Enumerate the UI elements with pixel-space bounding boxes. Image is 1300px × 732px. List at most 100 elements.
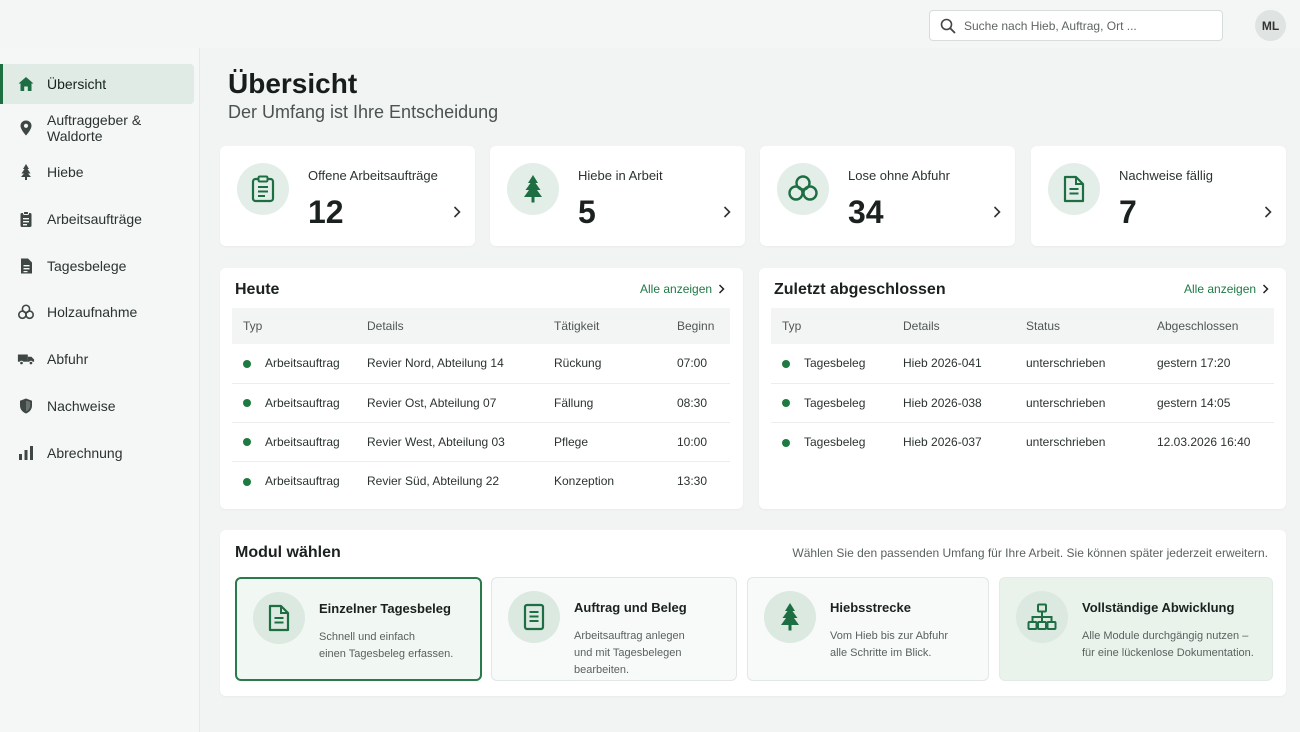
recent-table: Typ Details Status Abgeschlossen Tagesbe…: [771, 308, 1274, 461]
sidebar-item-abfuhr[interactable]: Abfuhr: [0, 339, 194, 379]
sidebar-item-label: Holzaufnahme: [47, 304, 138, 320]
cell-completed: 12.03.2026 16:40: [1157, 434, 1251, 449]
cell-status: unterschrieben: [1015, 383, 1146, 423]
module-hint: Wählen Sie den passenden Umfang für Ihre…: [792, 546, 1268, 560]
page-title: Übersicht: [228, 68, 358, 99]
table-row[interactable]: Arbeitsauftrag Revier Ost, Abteilung 07 …: [232, 383, 730, 423]
search-box[interactable]: [929, 10, 1223, 41]
cell-type: Arbeitsauftrag: [232, 422, 356, 462]
document-icon: [17, 257, 35, 275]
chevron-right-icon: [453, 206, 461, 218]
clipboard-icon: [250, 175, 276, 203]
cell-type: Tagesbeleg: [771, 422, 892, 461]
avatar[interactable]: ML: [1255, 10, 1286, 41]
table-header-row: Typ Details Status Abgeschlossen: [771, 308, 1274, 344]
table-row[interactable]: Arbeitsauftrag Revier Nord, Abteilung 14…: [232, 344, 730, 384]
cell-details: Hieb 2026-041: [892, 344, 1015, 384]
location-pin-icon: [17, 119, 35, 137]
module-option-einzelner-tagesbeleg[interactable]: Einzelner Tagesbeleg Schnell und einfach…: [235, 577, 482, 681]
stat-card-lose-ohne-abfuhr[interactable]: Lose ohne Abfuhr 34: [760, 146, 1015, 246]
stat-card-nachweise-faellig[interactable]: Nachweise fällig 7: [1031, 146, 1286, 246]
module-option-vollstaendige-abwicklung[interactable]: Vollständige Abwicklung Alle Module durc…: [999, 577, 1273, 681]
sidebar-item-label: Abfuhr: [47, 351, 89, 367]
module-panel: Modul wählen Wählen Sie den passenden Um…: [220, 530, 1286, 696]
panel-title: Heute: [235, 281, 280, 298]
hierarchy-icon: [1027, 603, 1057, 631]
cell-type: Arbeitsauftrag: [232, 383, 356, 423]
link-label: Alle anzeigen: [1184, 282, 1257, 296]
table-row[interactable]: Tagesbeleg Hieb 2026-037 unterschrieben …: [771, 422, 1274, 461]
cell-text: Tagesbeleg: [804, 395, 866, 410]
chevron-right-icon: [718, 284, 725, 294]
stat-card-hiebe-in-arbeit[interactable]: Hiebe in Arbeit 5: [490, 146, 745, 246]
document-icon: [267, 604, 291, 632]
status-dot: [243, 360, 251, 369]
tree-icon: [777, 602, 803, 632]
bar-chart-icon: [17, 444, 35, 462]
stat-value: 5: [578, 194, 596, 230]
table-row[interactable]: Tagesbeleg Hieb 2026-041 unterschrieben …: [771, 344, 1274, 384]
module-option-hiebsstrecke[interactable]: Hiebsstrecke Vom Hieb bis zur Abfuhr all…: [747, 577, 989, 681]
cell-start: 13:30: [677, 473, 708, 488]
shield-icon: [17, 397, 35, 415]
top-bar: ML: [0, 0, 1300, 48]
sidebar-item-arbeitsauftraege[interactable]: Arbeitsaufträge: [0, 199, 194, 239]
document-icon: [1062, 175, 1086, 203]
cell-start: 10:00: [666, 422, 730, 462]
sidebar-item-holzaufnahme[interactable]: Holzaufnahme: [0, 292, 194, 332]
cell-type: Tagesbeleg: [771, 344, 892, 384]
sidebar-item-label: Hiebe: [47, 164, 84, 180]
status-dot: [243, 399, 251, 408]
cell-details: Revier West, Abteilung 03: [356, 422, 543, 462]
table-header-row: Typ Details Tätigkeit Beginn: [232, 308, 730, 344]
page-subtitle: Der Umfang ist Ihre Entscheidung: [228, 102, 499, 122]
status-dot: [243, 438, 251, 447]
cell-text: Arbeitsauftrag: [265, 356, 340, 371]
clipboard-icon: [17, 210, 35, 228]
sidebar-item-label: Arbeitsaufträge: [47, 211, 142, 227]
module-name: Einzelner Tagesbeleg: [319, 601, 451, 616]
cell-details: Revier Süd, Abteilung 22: [367, 473, 500, 488]
recent-show-all-link[interactable]: Alle anzeigen: [1184, 282, 1269, 296]
table-row[interactable]: Tagesbeleg Hieb 2026-038 unterschrieben …: [771, 383, 1274, 423]
sidebar-item-label: Übersicht: [47, 76, 107, 92]
tree-icon: [17, 163, 35, 181]
home-icon: [17, 75, 35, 93]
stat-value: 12: [308, 194, 344, 230]
cell-completed: gestern 14:05: [1146, 383, 1274, 423]
module-icon-circle: [764, 591, 816, 643]
sidebar-item-abrechnung[interactable]: Abrechnung: [0, 433, 194, 473]
module-description: Alle Module durchgängig nutzen – für ein…: [1082, 630, 1254, 659]
status-dot: [782, 399, 790, 408]
chevron-right-icon: [1262, 284, 1269, 294]
cell-type: Tagesbeleg: [771, 383, 892, 423]
module-option-auftrag-und-beleg[interactable]: Auftrag und Beleg Arbeitsauftrag anlegen…: [491, 577, 737, 681]
sidebar-item-label: Auftraggeber & Waldorte: [47, 112, 142, 144]
stat-value: 7: [1119, 194, 1137, 230]
today-show-all-link[interactable]: Alle anzeigen: [640, 282, 725, 296]
status-dot: [782, 360, 790, 369]
sidebar-item-auftraggeber[interactable]: Auftraggeber & Waldorte: [0, 108, 194, 148]
sidebar-item-tagesbelege[interactable]: Tagesbelege: [0, 246, 194, 286]
log-stack-icon: [17, 303, 35, 321]
recent-panel: Zuletzt abgeschlossen Alle anzeigen Typ …: [759, 268, 1286, 509]
column-header: Tätigkeit: [543, 308, 666, 344]
search-icon: [940, 18, 964, 34]
truck-icon: [17, 350, 35, 368]
sidebar-item-nachweise[interactable]: Nachweise: [0, 386, 194, 426]
table-row[interactable]: Arbeitsauftrag Revier West, Abteilung 03…: [232, 422, 730, 462]
module-description: Arbeitsauftrag anlegen und mit Tagesbele…: [574, 630, 685, 676]
cell-text: Tagesbeleg: [804, 356, 866, 371]
search-input[interactable]: [964, 18, 1204, 33]
table-row[interactable]: Arbeitsauftrag Revier Süd, Abteilung 22 …: [232, 461, 730, 500]
stat-card-open-orders[interactable]: Offene Arbeitsaufträge 12: [220, 146, 475, 246]
cell-details: Revier Nord, Abteilung 14: [356, 344, 543, 384]
sidebar-item-label: Nachweise: [47, 398, 116, 414]
sidebar-item-uebersicht[interactable]: Übersicht: [0, 64, 194, 104]
module-icon-circle: [1016, 591, 1068, 643]
column-header: Abgeschlossen: [1146, 308, 1274, 344]
sidebar-item-hiebe[interactable]: Hiebe: [0, 152, 194, 192]
stat-label: Hiebe in Arbeit: [578, 168, 663, 183]
stat-icon-circle: [777, 163, 829, 215]
column-header: Typ: [232, 308, 356, 344]
